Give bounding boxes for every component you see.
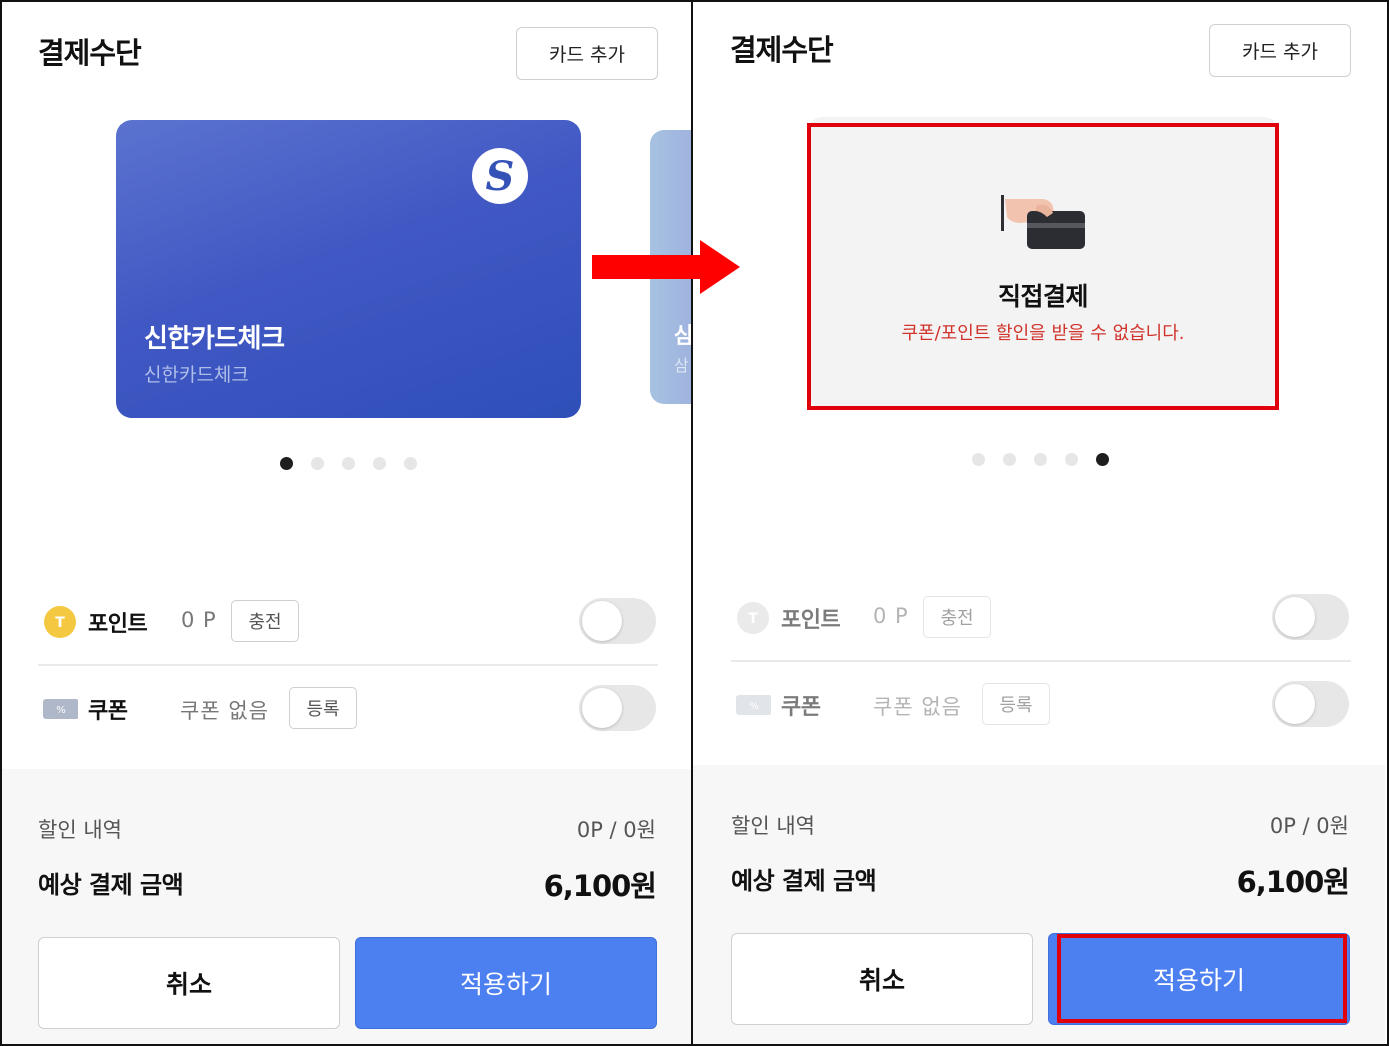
- register-coupon-button[interactable]: 등록: [982, 683, 1050, 725]
- discount-label: 할인 내역: [38, 818, 122, 842]
- coupon-label: 쿠폰: [781, 695, 821, 720]
- coupon-row: % 쿠폰 쿠폰 없음 등록: [731, 675, 1351, 735]
- charge-button[interactable]: 충전: [923, 596, 991, 638]
- payment-summary: 할인 내역 0P / 0원 예상 결제 금액 6,100원 취소 적용하기: [0, 769, 692, 1046]
- pager-dot[interactable]: [280, 457, 293, 470]
- points-row: T 포인트 0 P 충전: [38, 592, 658, 652]
- payment-card-shinhan[interactable]: S 신한카드체크 신한카드체크: [116, 120, 581, 418]
- pager-dot[interactable]: [404, 457, 417, 470]
- coupon-ticket-icon: %: [43, 699, 78, 719]
- charge-button[interactable]: 충전: [231, 600, 299, 642]
- points-value: 0 P: [873, 604, 909, 628]
- coupon-label: 쿠폰: [88, 699, 128, 724]
- toggle-knob: [1275, 597, 1315, 637]
- total-label: 예상 결제 금액: [38, 871, 184, 899]
- transition-arrow-icon: [592, 240, 740, 294]
- pager-dot[interactable]: [342, 457, 355, 470]
- coupon-row: % 쿠폰 쿠폰 없음 등록: [38, 679, 658, 739]
- points-row: T 포인트 0 P 충전: [731, 588, 1351, 648]
- total-value: 6,100원: [543, 869, 657, 903]
- coupon-toggle[interactable]: [1272, 681, 1349, 727]
- divider: [731, 660, 1351, 662]
- carousel-pager: [280, 457, 417, 470]
- pager-dot[interactable]: [1034, 453, 1047, 466]
- direct-payment-card[interactable]: 직접결제 쿠폰/포인트 할인을 받을 수 없습니다.: [808, 117, 1278, 407]
- discount-value: 0P / 0원: [1269, 814, 1349, 838]
- left-screen: 결제수단 카드 추가 S 신한카드체크 신한카드체크 삼 삼 T 포인트 0 P…: [0, 0, 692, 1046]
- add-card-button[interactable]: 카드 추가: [1209, 24, 1351, 77]
- point-coin-glyph: T: [55, 615, 65, 631]
- point-coin-icon: T: [44, 606, 76, 638]
- coupon-value: 쿠폰 없음: [873, 695, 962, 719]
- divider: [38, 664, 658, 666]
- discount-value: 0P / 0원: [576, 818, 656, 842]
- points-value: 0 P: [181, 608, 217, 632]
- register-coupon-button[interactable]: 등록: [289, 687, 357, 729]
- pager-dot[interactable]: [1096, 453, 1109, 466]
- pager-dot[interactable]: [311, 457, 324, 470]
- coupon-value: 쿠폰 없음: [180, 699, 269, 723]
- coupon-ticket-icon: %: [736, 695, 771, 715]
- total-value: 6,100원: [1236, 865, 1350, 899]
- direct-payment-title: 직접결제: [997, 282, 1089, 311]
- points-label: 포인트: [781, 608, 841, 633]
- toggle-knob: [1275, 684, 1315, 724]
- next-card-subtitle: 삼: [674, 356, 689, 375]
- apply-button[interactable]: 적용하기: [355, 937, 657, 1029]
- payment-summary: 할인 내역 0P / 0원 예상 결제 금액 6,100원 취소 적용하기: [693, 765, 1385, 1046]
- points-toggle[interactable]: [1272, 594, 1349, 640]
- carousel-pager: [972, 453, 1109, 466]
- cancel-button[interactable]: 취소: [731, 933, 1033, 1025]
- pager-dot[interactable]: [1003, 453, 1016, 466]
- point-coin-icon: T: [737, 602, 769, 634]
- apply-button[interactable]: 적용하기: [1048, 933, 1350, 1025]
- svg-text:%: %: [749, 701, 759, 712]
- hand-card-icon: [1001, 195, 1085, 249]
- svg-text:%: %: [56, 705, 66, 716]
- page-title: 결제수단: [730, 33, 834, 67]
- page-title: 결제수단: [38, 36, 142, 70]
- cancel-button[interactable]: 취소: [38, 937, 340, 1029]
- direct-payment-warning: 쿠폰/포인트 할인을 받을 수 없습니다.: [901, 323, 1185, 344]
- toggle-knob: [582, 601, 622, 641]
- right-screen: 결제수단 카드 추가 직접결제 쿠폰/포인트 할인을 받을 수 없습니다. T …: [693, 0, 1385, 1046]
- pager-dot[interactable]: [1065, 453, 1078, 466]
- toggle-knob: [582, 688, 622, 728]
- points-label: 포인트: [88, 612, 148, 637]
- add-card-button[interactable]: 카드 추가: [516, 27, 658, 80]
- shinhan-logo-icon: S: [472, 148, 528, 204]
- discount-label: 할인 내역: [731, 814, 815, 838]
- pager-dot[interactable]: [972, 453, 985, 466]
- card-name: 신한카드체크: [144, 324, 285, 354]
- total-label: 예상 결제 금액: [731, 867, 877, 895]
- screen-divider: [691, 0, 693, 1046]
- coupon-toggle[interactable]: [579, 685, 656, 731]
- next-card-name: 삼: [674, 324, 692, 349]
- points-toggle[interactable]: [579, 598, 656, 644]
- card-subtitle: 신한카드체크: [144, 364, 249, 386]
- point-coin-glyph: T: [748, 611, 758, 627]
- pager-dot[interactable]: [373, 457, 386, 470]
